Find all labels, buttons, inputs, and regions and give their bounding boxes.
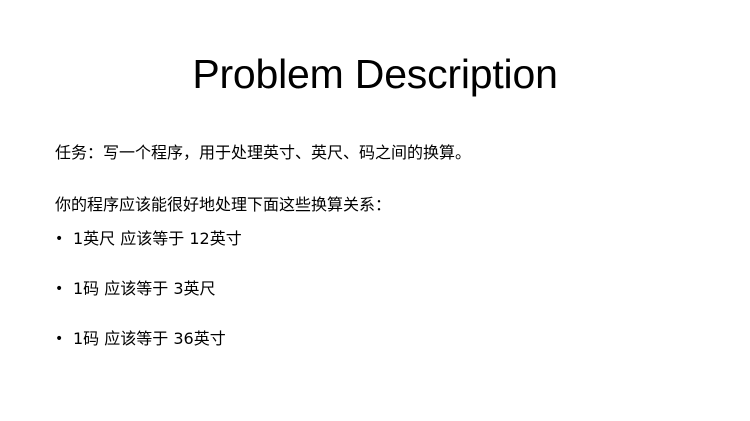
conversion-rule-item: • 1码 应该等于 36英寸 xyxy=(55,328,715,378)
conversion-rule-text: 1码 应该等于 3英尺 xyxy=(73,279,216,298)
task-description: 任务：写一个程序，用于处理英寸、英尺、码之间的换算。 xyxy=(55,143,472,162)
conversion-rule-item: • 1码 应该等于 3英尺 xyxy=(55,278,715,328)
conversion-rule-item: • 1英尺 应该等于 12英寸 xyxy=(55,228,715,278)
slide: Problem Description 任务：写一个程序，用于处理英寸、英尺、码… xyxy=(0,0,750,421)
conversion-intro: 你的程序应该能很好地处理下面这些换算关系： xyxy=(55,195,392,214)
conversion-rule-text: 1码 应该等于 36英寸 xyxy=(73,329,226,348)
bullet-icon: • xyxy=(55,231,64,247)
conversion-rule-text: 1英尺 应该等于 12英寸 xyxy=(73,229,242,248)
bullet-icon: • xyxy=(55,281,64,297)
bullet-icon: • xyxy=(55,331,64,347)
conversion-rules-list: • 1英尺 应该等于 12英寸 • 1码 应该等于 3英尺 • 1码 应该等于 … xyxy=(55,228,715,378)
slide-title: Problem Description xyxy=(192,51,558,98)
